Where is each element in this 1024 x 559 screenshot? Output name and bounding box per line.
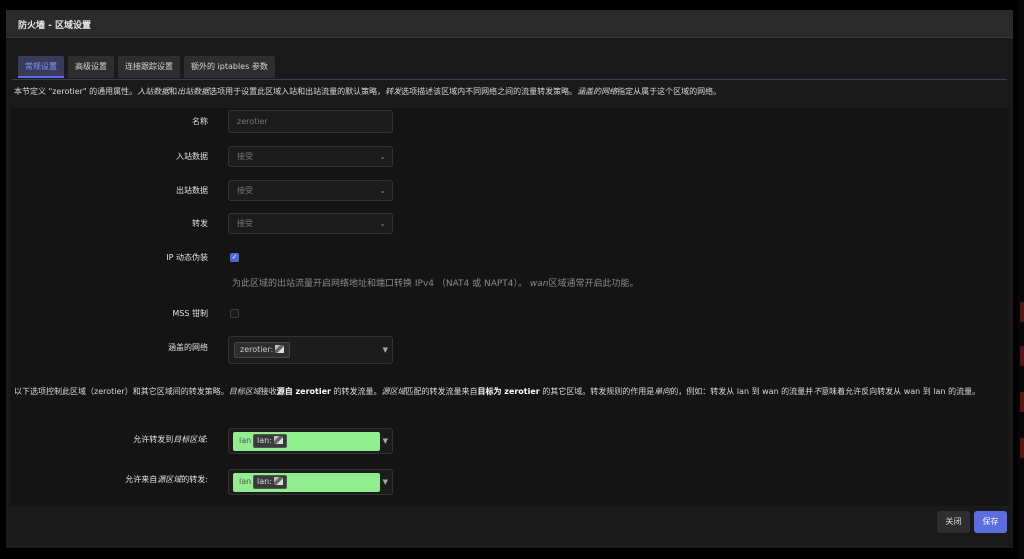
- masquerading-label: IP 动态伪装: [166, 253, 208, 262]
- forward-from-label: 允许来自源区域的转发:: [125, 475, 208, 484]
- network-chip-zerotier: zerotier:: [234, 342, 291, 358]
- mss-clamping-checkbox[interactable]: [230, 309, 239, 318]
- output-policy-label: 出站数据: [176, 186, 208, 195]
- network-icon: [273, 477, 283, 485]
- zone-badge-lan: lan lan:: [233, 432, 380, 451]
- covered-networks-dropdown[interactable]: zerotier: ▼: [228, 336, 393, 364]
- form-panel: [10, 108, 1009, 506]
- network-icon: [275, 345, 285, 353]
- background-marker: [1020, 438, 1024, 458]
- background-marker: [1020, 392, 1024, 412]
- forward-policy-label: 转发: [192, 219, 208, 228]
- tab-divider: [12, 79, 1007, 80]
- name-label: 名称: [192, 117, 208, 126]
- dialog-title: 防火墙 - 区域设置: [18, 21, 92, 31]
- zone-badge-lan: lan lan:: [233, 473, 380, 492]
- network-chip-lan: lan:: [253, 475, 287, 489]
- dropdown-arrow-icon: ▼: [382, 437, 388, 445]
- chevron-down-icon: ⌄: [379, 219, 386, 228]
- masquerading-checkbox[interactable]: ✓: [230, 253, 239, 262]
- input-policy-label: 入站数据: [176, 152, 208, 161]
- dropdown-arrow-icon: ▼: [382, 478, 388, 486]
- checkmark-icon: ✓: [231, 253, 238, 261]
- tab-extra-iptables[interactable]: 额外的 iptables 参数: [184, 56, 275, 78]
- background-marker: [1020, 346, 1024, 366]
- output-policy-select[interactable]: 接受 ⌄: [228, 180, 393, 201]
- forward-policy-value: 接受: [237, 219, 253, 228]
- close-button[interactable]: 关闭: [937, 511, 970, 533]
- dialog-titlebar: 防火墙 - 区域设置: [6, 10, 1013, 38]
- forward-from-dropdown[interactable]: lan lan: ▼: [228, 469, 393, 495]
- input-policy-select[interactable]: 接受 ⌄: [228, 146, 393, 167]
- section-description: 本节定义 "zerotier" 的通用属性。入站数据和出站数据选项用于设置此区域…: [14, 87, 722, 96]
- tab-general[interactable]: 常规设置: [18, 56, 64, 78]
- chevron-down-icon: ⌄: [379, 186, 386, 195]
- covered-networks-label: 涵盖的网络: [168, 343, 208, 352]
- tab-advanced[interactable]: 高级设置: [68, 56, 114, 78]
- mss-clamping-label: MSS 钳制: [172, 309, 208, 318]
- tab-conntrack[interactable]: 连接跟踪设置: [118, 56, 180, 78]
- zone-settings-dialog: 防火墙 - 区域设置 常规设置 高级设置 连接跟踪设置 额外的 iptables…: [6, 10, 1013, 548]
- forward-to-dropdown[interactable]: lan lan: ▼: [228, 428, 393, 454]
- forward-policy-select[interactable]: 接受 ⌄: [228, 213, 393, 234]
- tab-bar: 常规设置 高级设置 连接跟踪设置 额外的 iptables 参数: [18, 56, 275, 78]
- masquerading-hint: 为此区域的出站流量开启网络地址和端口转换 IPv4 （NAT4 或 NAPT4）…: [232, 279, 639, 289]
- forward-to-label: 允许转发到目标区域:: [133, 435, 208, 444]
- background-edge: [1018, 0, 1024, 559]
- chevron-down-icon: ⌄: [379, 152, 386, 161]
- forwarding-description: 以下选项控制此区域（zerotier）和其它区域间的转发策略。目标区域接收源自 …: [14, 387, 981, 396]
- save-button[interactable]: 保存: [974, 511, 1007, 533]
- output-policy-value: 接受: [237, 186, 253, 195]
- dropdown-arrow-icon: ▼: [382, 346, 388, 354]
- network-icon: [273, 436, 283, 444]
- zone-name-input[interactable]: [228, 110, 393, 133]
- input-policy-value: 接受: [237, 152, 253, 161]
- background-marker: [1020, 302, 1024, 322]
- network-chip-lan: lan:: [253, 434, 287, 448]
